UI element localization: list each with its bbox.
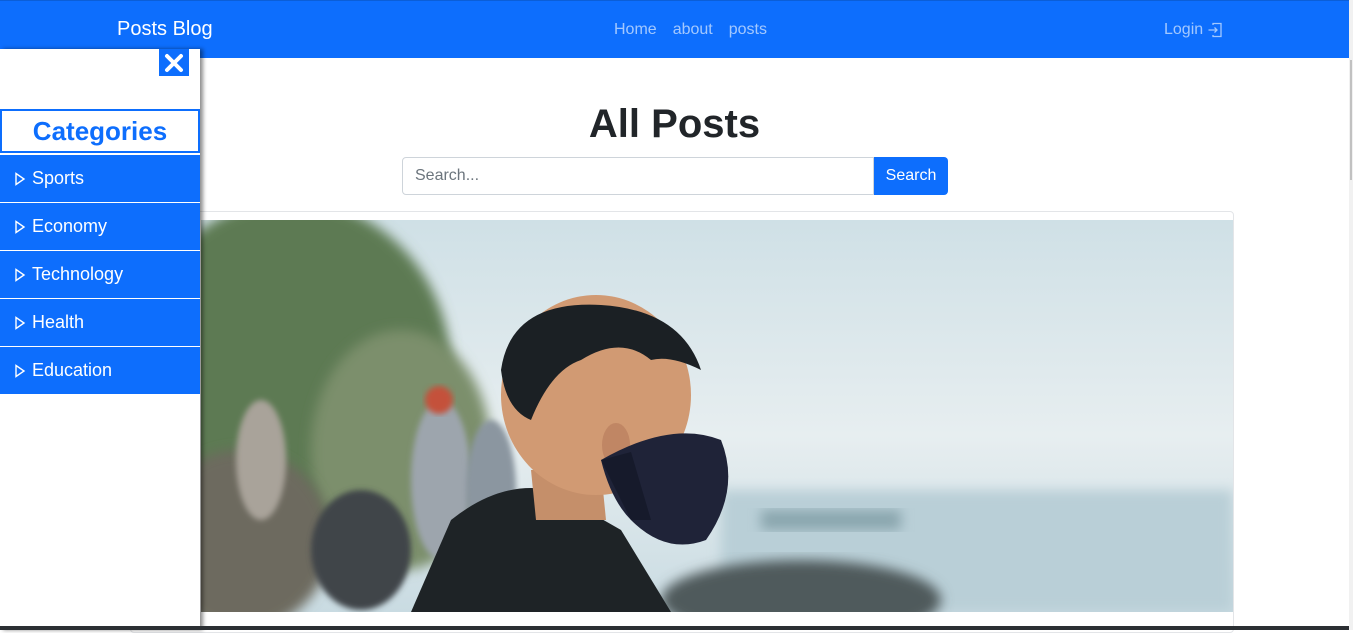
caret-right-icon <box>15 315 26 330</box>
brand-link[interactable]: Posts Blog <box>117 18 213 41</box>
category-label: Health <box>32 312 85 332</box>
bottom-strip <box>0 626 1349 630</box>
login-link[interactable]: Login <box>1164 21 1223 39</box>
category-label: Economy <box>32 216 108 236</box>
scrollbar-thumb[interactable] <box>1350 60 1352 180</box>
search-button[interactable]: Search <box>874 157 948 195</box>
categories-title: Categories <box>0 109 200 153</box>
nav-link-posts[interactable]: posts <box>721 21 775 39</box>
category-label: Education <box>32 360 113 380</box>
nav-links: Home about posts <box>606 21 775 39</box>
category-list: Sports Economy Technology Health Educati… <box>0 155 200 395</box>
login-icon <box>1208 22 1222 38</box>
category-label: Sports <box>32 168 85 188</box>
category-item-sports[interactable]: Sports <box>0 155 200 203</box>
caret-right-icon <box>15 219 26 234</box>
category-item-technology[interactable]: Technology <box>0 251 200 299</box>
caret-right-icon <box>15 363 26 378</box>
category-item-economy[interactable]: Economy <box>0 203 200 251</box>
top-navbar: Posts Blog Home about posts Login <box>0 0 1349 58</box>
post-image[interactable] <box>201 220 1233 612</box>
page-title: All Posts <box>588 102 761 146</box>
category-item-education[interactable]: Education <box>0 347 200 395</box>
close-sidebar-button[interactable] <box>159 49 189 76</box>
close-icon <box>165 53 183 72</box>
categories-sidebar: Categories Sports Economy Technology Hea… <box>0 49 200 630</box>
search-input[interactable] <box>402 157 874 195</box>
caret-right-icon <box>15 267 26 282</box>
caret-right-icon <box>15 171 26 186</box>
nav-link-home[interactable]: Home <box>606 21 665 39</box>
post-photo <box>201 220 1233 612</box>
category-label: Technology <box>32 264 124 284</box>
post-card[interactable] <box>130 211 1234 633</box>
search-form: Search <box>402 157 948 195</box>
nav-link-about[interactable]: about <box>665 21 721 39</box>
category-item-health[interactable]: Health <box>0 299 200 347</box>
login-label: Login <box>1164 21 1204 38</box>
